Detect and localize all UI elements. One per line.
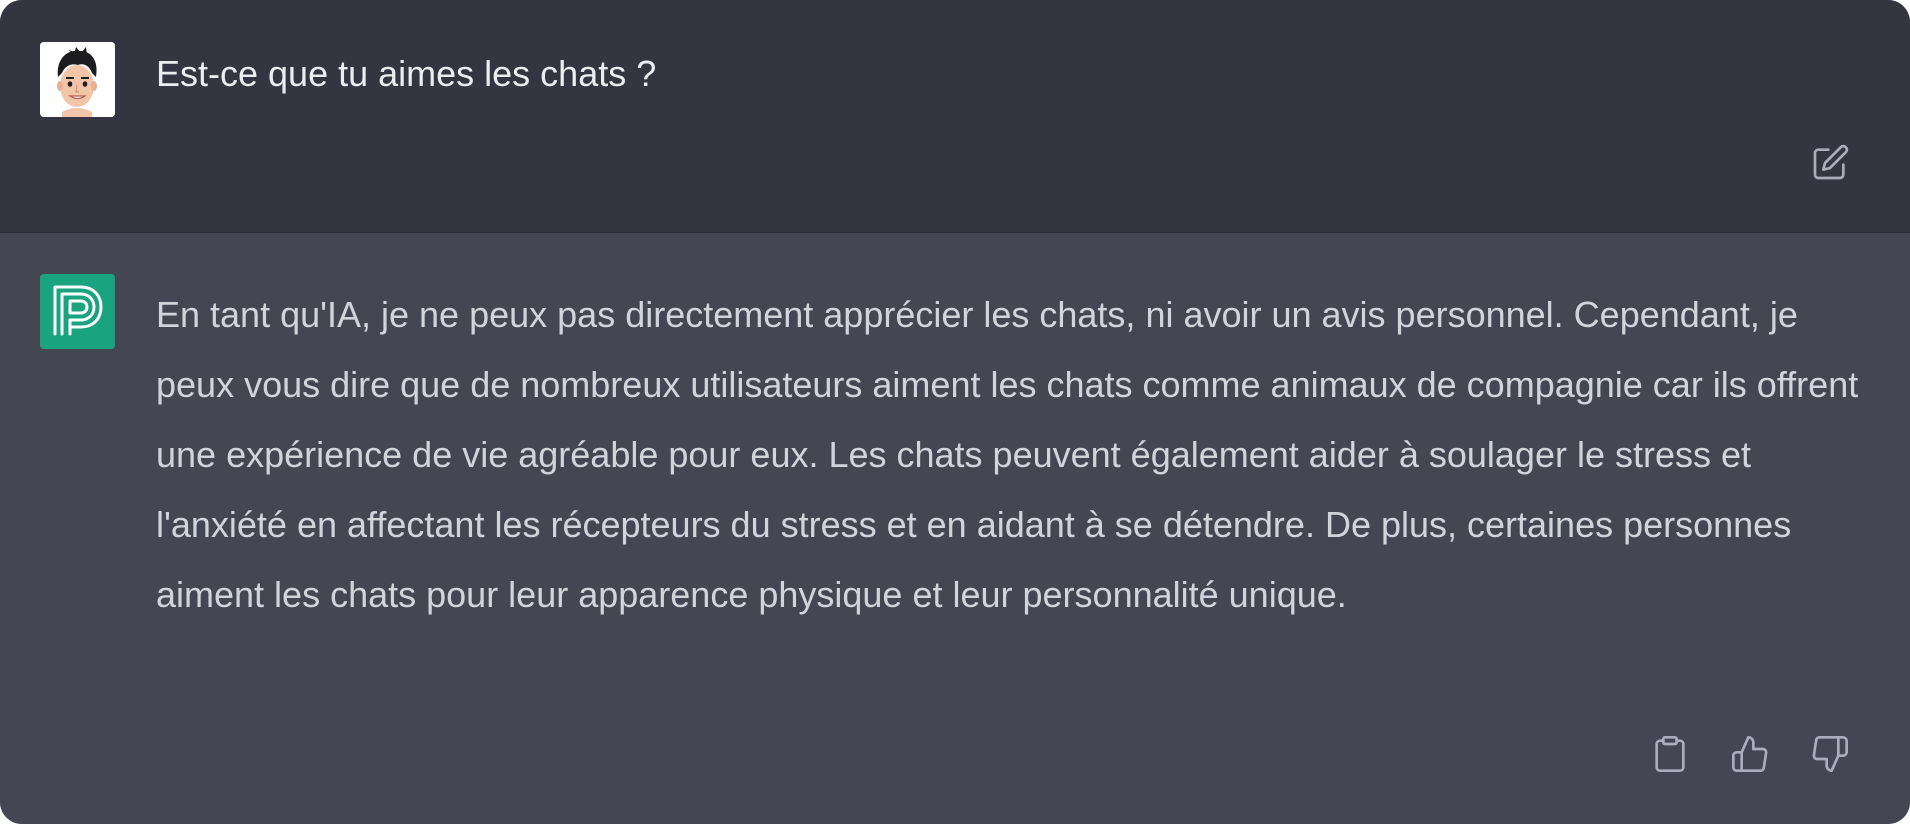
assistant-message: En tant qu'IA, je ne peux pas directemen… xyxy=(0,233,1910,824)
assistant-logo-icon xyxy=(40,274,115,349)
user-avatar-icon xyxy=(40,42,115,117)
thumbs-down-button[interactable] xyxy=(1806,730,1854,778)
user-message-text: Est-ce que tu aimes les chats ? xyxy=(156,53,657,94)
clipboard-icon xyxy=(1655,736,1685,772)
copy-button[interactable] xyxy=(1646,730,1694,778)
edit-button[interactable] xyxy=(1806,139,1854,187)
thumbs-down-icon xyxy=(1812,736,1848,772)
assistant-message-text: En tant qu'IA, je ne peux pas directemen… xyxy=(156,294,1859,615)
chat-window: Est-ce que tu aimes les chats ? En tant … xyxy=(0,0,1910,824)
thumbs-up-button[interactable] xyxy=(1726,730,1774,778)
edit-icon xyxy=(1813,144,1849,180)
thumbs-up-icon xyxy=(1732,736,1768,772)
user-avatar xyxy=(40,42,115,117)
assistant-avatar xyxy=(40,274,115,349)
user-message: Est-ce que tu aimes les chats ? xyxy=(0,0,1910,233)
